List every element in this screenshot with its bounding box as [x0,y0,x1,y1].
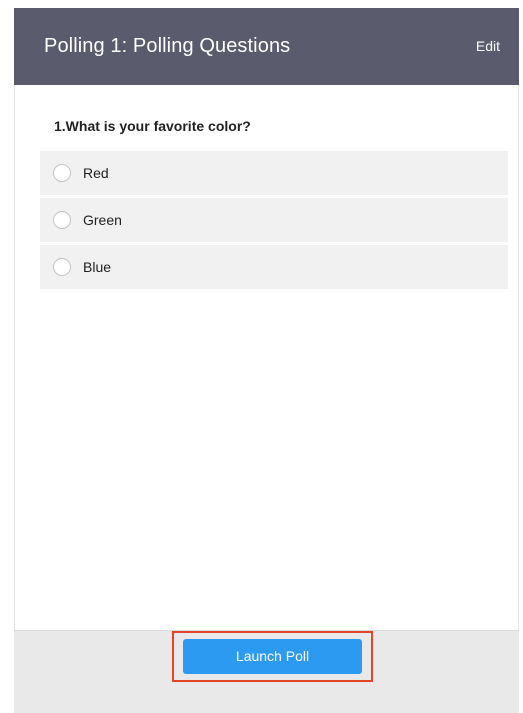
answer-options: Red Green Blue [40,151,508,292]
question-text: 1.What is your favorite color? [54,118,251,134]
polling-window [14,8,519,713]
radio-button[interactable] [53,258,71,276]
option-label: Blue [83,259,112,275]
option-red[interactable]: Red [40,151,508,195]
option-label: Green [83,212,122,228]
radio-button[interactable] [53,164,71,182]
poll-title: Polling 1: Polling Questions [44,35,291,57]
poll-header: Polling 1: Polling Questions Edit [14,8,519,85]
option-green[interactable]: Green [40,198,508,242]
edit-button[interactable]: Edit [476,8,500,85]
option-label: Red [83,165,109,181]
radio-button[interactable] [53,211,71,229]
launch-poll-button[interactable]: Launch Poll [183,639,362,674]
option-blue[interactable]: Blue [40,245,508,289]
